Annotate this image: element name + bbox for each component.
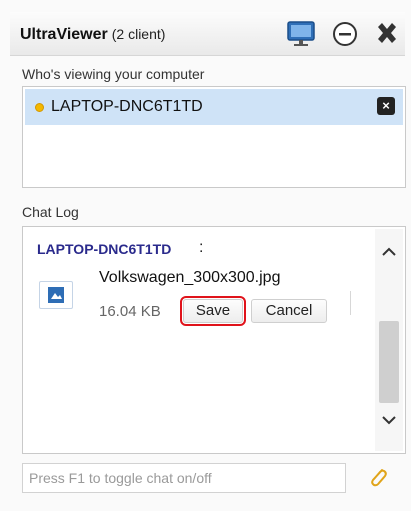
- disconnect-viewer-icon[interactable]: ×: [377, 97, 395, 115]
- window-title: UltraViewer (2 client): [20, 26, 165, 44]
- cancel-button[interactable]: Cancel: [251, 299, 327, 323]
- image-file-icon: [39, 281, 73, 309]
- monitor-icon[interactable]: [284, 18, 318, 50]
- chat-scrollbar[interactable]: [375, 229, 403, 451]
- file-size: 16.04 KB: [99, 303, 161, 320]
- status-dot-icon: [35, 103, 44, 112]
- chat-input[interactable]: [22, 463, 346, 493]
- scroll-thumb[interactable]: [379, 321, 399, 403]
- sender-colon: :: [199, 239, 204, 256]
- chat-log: LAPTOP-DNC6T1TD : Volkswagen_300x300.jpg…: [22, 226, 406, 454]
- attach-paperclip-icon[interactable]: [366, 466, 390, 490]
- viewer-name: LAPTOP-DNC6T1TD: [51, 98, 203, 115]
- file-name: Volkswagen_300x300.jpg: [99, 269, 281, 286]
- client-count: (2 client): [111, 26, 166, 42]
- ultraviewer-window: UltraViewer (2 client) Who's viewing your…: [0, 0, 411, 511]
- app-name: UltraViewer: [20, 26, 108, 43]
- chat-heading: Chat Log: [22, 204, 79, 220]
- save-button[interactable]: Save: [180, 296, 246, 326]
- title-bar: UltraViewer (2 client): [10, 12, 405, 56]
- viewers-list: LAPTOP-DNC6T1TD ×: [22, 86, 406, 188]
- card-divider: [343, 291, 351, 315]
- scroll-down-icon[interactable]: [375, 413, 403, 433]
- file-transfer-card: Volkswagen_300x300.jpg 16.04 KB Save Can…: [33, 269, 351, 327]
- close-icon[interactable]: [370, 18, 404, 50]
- viewer-row[interactable]: LAPTOP-DNC6T1TD ×: [25, 89, 403, 125]
- scroll-up-icon[interactable]: [375, 245, 403, 265]
- minimize-icon[interactable]: [328, 18, 362, 50]
- viewers-heading: Who's viewing your computer: [22, 66, 205, 82]
- chat-sender: LAPTOP-DNC6T1TD: [37, 241, 172, 257]
